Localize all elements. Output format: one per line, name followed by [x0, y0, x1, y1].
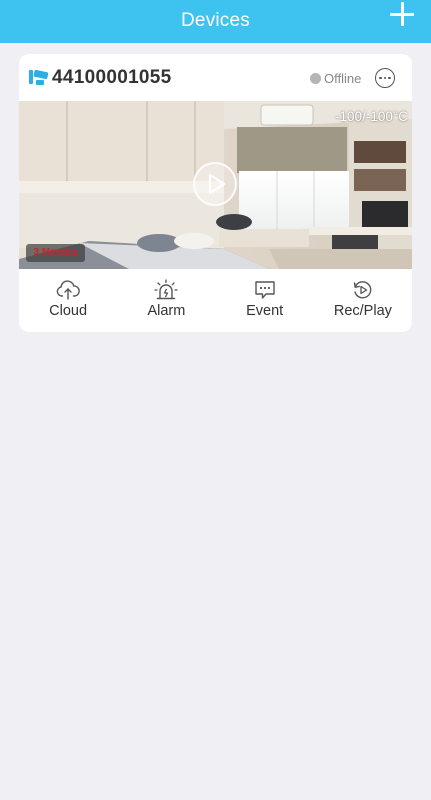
status-label: Offline	[324, 71, 362, 86]
top-bar: Devices	[0, 0, 431, 43]
rec-play-button[interactable]: Rec/Play	[314, 269, 412, 332]
cloud-upload-icon	[56, 280, 80, 300]
play-button[interactable]	[193, 162, 237, 206]
alarm-label: Alarm	[147, 303, 186, 319]
alarm-button[interactable]: Alarm	[117, 269, 215, 332]
temperature-readout: -100/-100°C	[335, 109, 408, 124]
cloud-label: Cloud	[49, 303, 88, 319]
status-dot-icon	[310, 73, 321, 84]
cloud-button[interactable]: Cloud	[19, 269, 117, 332]
device-name: 44100001055	[52, 67, 172, 88]
device-card[interactable]: 44100001055 Offline -100/-100°C 3 Months…	[19, 54, 412, 332]
event-message-icon	[254, 281, 275, 299]
camera-icon	[29, 69, 49, 85]
rec-play-label: Rec/Play	[333, 303, 392, 319]
page-title: Devices	[181, 9, 250, 31]
event-button[interactable]: Event	[216, 269, 314, 332]
event-label: Event	[246, 303, 284, 319]
alarm-siren-icon	[154, 279, 179, 300]
camera-preview[interactable]: -100/-100°C 3 Months	[19, 101, 412, 269]
add-device-button[interactable]	[390, 2, 414, 26]
more-options-button[interactable]	[375, 68, 395, 88]
replay-icon	[353, 281, 372, 299]
play-icon	[208, 173, 226, 195]
device-actions: Cloud Alarm Event Rec/Play	[19, 269, 412, 332]
recording-plan-badge: 3 Months	[26, 244, 85, 262]
